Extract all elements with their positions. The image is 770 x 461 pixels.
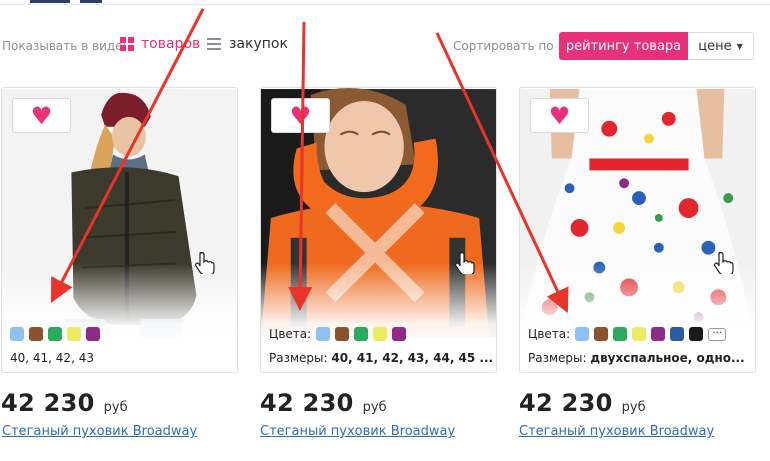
- product-price: 42 230 руб: [1, 389, 128, 417]
- view-mode-label: Показывать в виде:: [2, 39, 127, 53]
- hand-cursor-icon: [195, 252, 215, 274]
- heart-icon: ♥: [289, 101, 312, 130]
- sizes-row: 40, 41, 42, 43: [10, 351, 94, 365]
- caret-down-icon: ▼: [736, 41, 743, 51]
- more-colors-button[interactable]: ···: [708, 327, 727, 341]
- colors-label: Цвета:: [528, 327, 571, 341]
- product-card[interactable]: ♥ 40, 41, 42, 43: [1, 87, 238, 373]
- hand-cursor-icon: [714, 252, 734, 274]
- color-swatch[interactable]: [316, 327, 331, 341]
- sizes-row: Размеры: 40, 41, 42, 43, 44, 45 ...: [269, 351, 493, 365]
- view-goods-label: товаров: [141, 36, 201, 52]
- top-strip-segment: [30, 0, 70, 3]
- favorite-button[interactable]: ♥: [271, 98, 330, 133]
- top-strip-segment: [80, 0, 102, 3]
- listing-toolbar: Показывать в виде: товаров закупок Сорти…: [0, 32, 770, 60]
- sizes-label: Размеры:: [269, 351, 328, 365]
- color-swatch[interactable]: [10, 327, 24, 341]
- hand-cursor-icon: [455, 252, 475, 274]
- top-divider: [0, 4, 770, 5]
- product-title-link[interactable]: Стеганый пуховик Broadway: [260, 424, 455, 439]
- price-value: 42 230: [260, 389, 354, 417]
- colors-label: Цвета:: [269, 327, 312, 341]
- sizes-row: Размеры: двухспальное, одно...: [528, 351, 745, 365]
- price-value: 42 230: [519, 389, 613, 417]
- color-swatch[interactable]: [373, 327, 388, 341]
- view-purchases-label: закупок: [229, 36, 288, 52]
- price-currency: руб: [621, 400, 646, 415]
- sort-by-price-dropdown[interactable]: цене ▼: [688, 32, 754, 60]
- color-swatch[interactable]: [48, 327, 62, 341]
- color-swatch[interactable]: [354, 327, 369, 341]
- product-title-link[interactable]: Стеганый пуховик Broadway: [519, 424, 714, 439]
- color-swatch[interactable]: [392, 327, 407, 341]
- view-goods-option[interactable]: товаров: [120, 36, 200, 52]
- color-swatches: Цвета: ···: [528, 327, 727, 341]
- color-swatch[interactable]: [613, 327, 628, 341]
- color-swatches: Цвета:: [269, 327, 411, 341]
- color-swatch[interactable]: [29, 327, 43, 341]
- sizes-value: 40, 41, 42, 43: [10, 351, 94, 365]
- color-swatch[interactable]: [575, 327, 590, 341]
- product-title-link[interactable]: Стеганый пуховик Broadway: [2, 424, 197, 439]
- color-swatch[interactable]: [67, 327, 81, 341]
- sort-by-rating-label: рейтингу товара: [565, 38, 682, 54]
- color-swatch[interactable]: [594, 327, 609, 341]
- heart-icon: ♥: [30, 101, 53, 130]
- color-swatches: [10, 327, 105, 341]
- favorite-button[interactable]: ♥: [530, 98, 589, 133]
- sizes-label: Размеры:: [528, 351, 587, 365]
- product-price: 42 230 руб: [260, 389, 387, 417]
- list-icon: [207, 38, 221, 50]
- product-card[interactable]: ♥ Цвета: Размеры: 40, 41, 42, 43, 44, 45…: [260, 87, 497, 373]
- favorite-button[interactable]: ♥: [12, 98, 71, 133]
- product-price: 42 230 руб: [519, 389, 646, 417]
- sort-label: Сортировать по :: [453, 39, 562, 53]
- view-purchases-option[interactable]: закупок: [207, 36, 288, 52]
- color-swatch[interactable]: [335, 327, 350, 341]
- color-swatch[interactable]: [689, 327, 704, 341]
- color-swatch[interactable]: [651, 327, 666, 341]
- sort-by-price-label: цене: [698, 38, 732, 54]
- sizes-value: 40, 41, 42, 43, 44, 45 ...: [331, 351, 494, 365]
- sort-by-rating-button[interactable]: рейтингу товара: [559, 32, 688, 60]
- top-strip: [0, 0, 770, 6]
- grid-icon: [120, 37, 134, 51]
- price-currency: руб: [362, 400, 387, 415]
- color-swatch[interactable]: [670, 327, 685, 341]
- price-value: 42 230: [1, 389, 95, 417]
- product-card[interactable]: ♥ Цвета: ··· Размеры: двухспальное, одно…: [519, 87, 756, 373]
- sizes-value: двухспальное, одно...: [590, 351, 745, 365]
- color-swatch[interactable]: [632, 327, 647, 341]
- price-currency: руб: [103, 400, 128, 415]
- color-swatch[interactable]: [86, 327, 100, 341]
- heart-icon: ♥: [548, 101, 571, 130]
